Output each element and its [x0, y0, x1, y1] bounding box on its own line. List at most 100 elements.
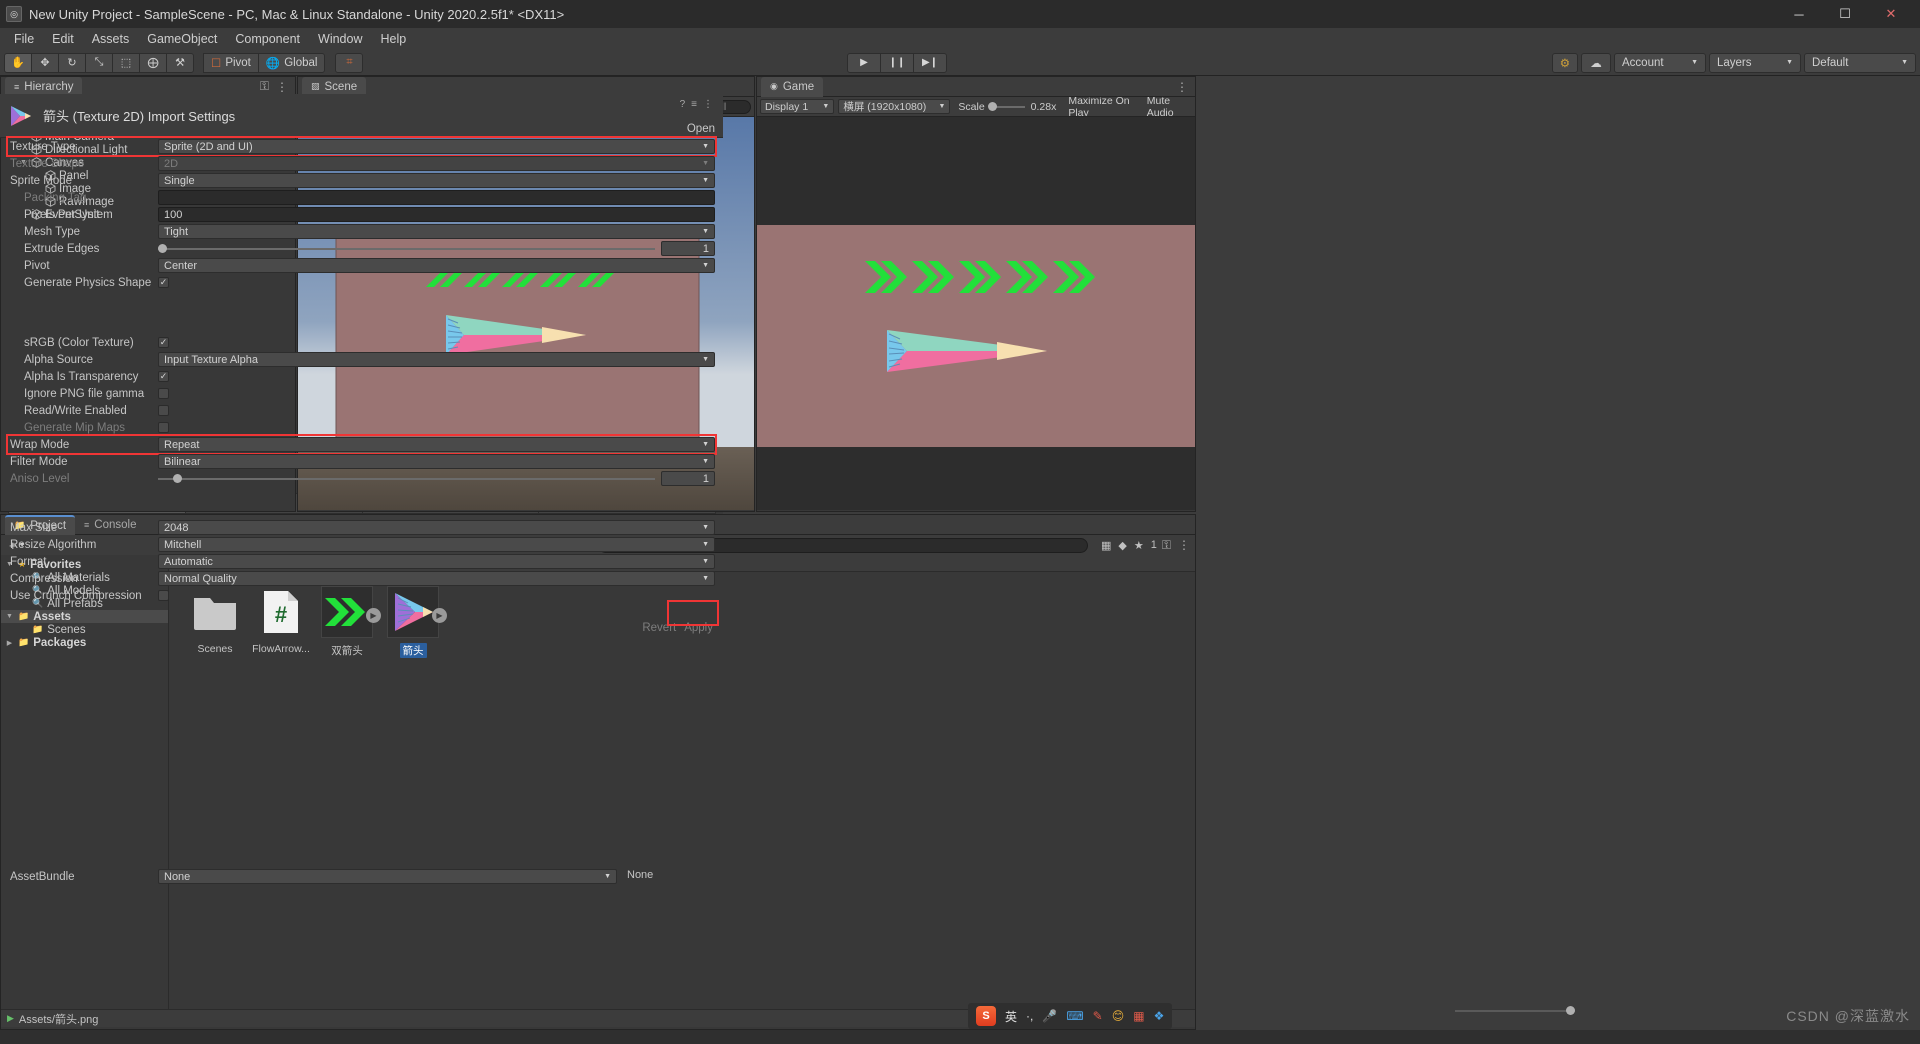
- scale-tool[interactable]: ⤡: [85, 52, 113, 73]
- hand-tool[interactable]: ✋: [4, 52, 32, 73]
- revert-button[interactable]: Revert: [642, 620, 676, 634]
- kebab-menu-icon[interactable]: ⋮: [1178, 538, 1190, 552]
- slider-knob[interactable]: [172, 474, 182, 483]
- pivot-toggle[interactable]: ☐ Pivot: [203, 52, 259, 73]
- chevron-right-icon[interactable]: ▶: [5, 639, 14, 647]
- checkbox-read-write-enabled[interactable]: [158, 405, 169, 416]
- assetbundle-label: AssetBundle: [10, 870, 75, 883]
- menu-item-edit[interactable]: Edit: [43, 30, 83, 48]
- rect-tool[interactable]: ⬚: [112, 52, 140, 73]
- scale-knob[interactable]: [987, 101, 997, 111]
- lock-icon[interactable]: ⚿: [260, 79, 269, 94]
- dropdown-texture-shape[interactable]: 2D ▼: [158, 156, 715, 171]
- lock-icon[interactable]: ⚿: [1162, 538, 1171, 553]
- input-pixels-per-unit[interactable]: 100: [158, 207, 715, 222]
- sogou-ime-icon[interactable]: S: [976, 1006, 996, 1026]
- unity-icon: ◎: [6, 6, 22, 22]
- dropdown-filter-mode[interactable]: Bilinear ▼: [158, 454, 715, 469]
- preset-icon[interactable]: ≡: [691, 99, 697, 110]
- kebab-menu-icon[interactable]: ⋮: [276, 80, 288, 94]
- slider-value-aniso-level[interactable]: 1: [661, 471, 715, 486]
- aspect-dropdown[interactable]: 横屏 (1920x1080) ▼: [838, 99, 951, 114]
- checkbox-generate-mip-maps[interactable]: [158, 422, 169, 433]
- layout-dropdown[interactable]: Default ▼: [1804, 52, 1916, 73]
- field-row-pivot: Pivot Center ▼: [0, 257, 723, 274]
- step-button[interactable]: ▶❙: [913, 52, 947, 73]
- settings-icon[interactable]: ⋮: [703, 99, 713, 110]
- project-tree-item-packages[interactable]: ▶ 📁 Packages: [1, 636, 168, 649]
- ime-keyboard-icon[interactable]: ⌨: [1066, 1009, 1083, 1023]
- window-title: New Unity Project - SampleScene - PC, Ma…: [29, 6, 565, 22]
- dropdown-pivot[interactable]: Center ▼: [158, 258, 715, 273]
- kebab-menu-icon[interactable]: ⋮: [1176, 80, 1188, 94]
- help-icon[interactable]: ?: [680, 99, 686, 110]
- maximize-on-play-toggle[interactable]: Maximize On Play: [1064, 97, 1138, 116]
- dropdown-compression[interactable]: Normal Quality ▼: [158, 571, 715, 586]
- project-zoom-slider[interactable]: [1455, 1006, 1575, 1015]
- checkbox-ignore-png-file-gamma[interactable]: [158, 388, 169, 399]
- ime-toolbox-icon[interactable]: ▦: [1133, 1009, 1144, 1023]
- collab-button[interactable]: ⚙: [1551, 52, 1578, 73]
- filter-favorite-icon[interactable]: ★: [1134, 539, 1144, 552]
- dropdown-alpha-source[interactable]: Input Texture Alpha ▼: [158, 352, 715, 367]
- ime-language-label[interactable]: 英: [1005, 1008, 1017, 1025]
- grid-snap-button[interactable]: ⌗: [335, 52, 364, 73]
- field-label-generate-physics-shape: Generate Physics Shape: [24, 276, 152, 289]
- global-toggle[interactable]: 🌐 Global: [257, 52, 326, 73]
- menu-item-window[interactable]: Window: [309, 30, 371, 48]
- field-row-packing-tag: Packing Tag: [0, 189, 723, 206]
- zoom-knob[interactable]: [1566, 1006, 1575, 1015]
- checkbox-alpha-is-transparency[interactable]: ✓: [158, 371, 169, 382]
- menu-item-file[interactable]: File: [5, 30, 43, 48]
- dropdown-mesh-type[interactable]: Tight ▼: [158, 224, 715, 239]
- cloud-button[interactable]: ☁: [1581, 52, 1611, 73]
- menu-item-assets[interactable]: Assets: [83, 30, 139, 48]
- ime-settings-icon[interactable]: ❖: [1154, 1009, 1165, 1023]
- tab-game[interactable]: ◉ Game: [761, 76, 824, 97]
- slider-aniso-level[interactable]: 1: [158, 471, 715, 486]
- pause-button[interactable]: ❙❙: [880, 52, 914, 73]
- field-label-max-size: Max Size: [10, 521, 58, 534]
- minimize-button[interactable]: ─: [1776, 0, 1822, 28]
- checkbox-generate-physics-shape[interactable]: ✓: [158, 277, 169, 288]
- dropdown-format[interactable]: Automatic ▼: [158, 554, 715, 569]
- filter-label-icon[interactable]: ◆: [1118, 539, 1126, 552]
- slider-knob[interactable]: [158, 244, 167, 253]
- display-dropdown[interactable]: Display 1 ▼: [760, 99, 835, 114]
- slider-extrude-edges[interactable]: 1: [158, 241, 715, 256]
- ime-punctuation-icon[interactable]: ·,: [1026, 1009, 1033, 1023]
- dropdown-resize-algorithm[interactable]: Mitchell ▼: [158, 537, 715, 552]
- scale-slider[interactable]: Scale 0.28x: [954, 99, 1060, 114]
- ime-handwriting-icon[interactable]: ✎: [1093, 1009, 1103, 1023]
- mute-audio-toggle[interactable]: Mute Audio: [1143, 97, 1192, 116]
- maximize-button[interactable]: ☐: [1822, 0, 1868, 28]
- apply-button[interactable]: Apply: [684, 620, 713, 634]
- checkbox-srgb-color-texture[interactable]: ✓: [158, 337, 169, 348]
- dropdown-texture-type[interactable]: Sprite (2D and UI) ▼: [158, 139, 715, 154]
- menu-item-gameobject[interactable]: GameObject: [138, 30, 226, 48]
- input-packing-tag[interactable]: [158, 190, 715, 205]
- open-button[interactable]: Open: [687, 123, 715, 135]
- close-button[interactable]: ✕: [1868, 0, 1914, 28]
- slider-value-extrude-edges[interactable]: 1: [661, 241, 715, 256]
- rotate-tool[interactable]: ↻: [58, 52, 86, 73]
- transform-tool[interactable]: ⨁: [139, 52, 167, 73]
- dropdown-max-size[interactable]: 2048 ▼: [158, 520, 715, 535]
- play-button[interactable]: ▶: [847, 52, 881, 73]
- chevron-down-icon: ▼: [702, 441, 709, 448]
- menu-item-component[interactable]: Component: [226, 30, 309, 48]
- menu-item-help[interactable]: Help: [371, 30, 415, 48]
- game-viewport[interactable]: [757, 117, 1195, 510]
- filter-type-icon[interactable]: ▦: [1101, 539, 1111, 552]
- chevron-down-icon: ▼: [938, 103, 946, 110]
- account-dropdown[interactable]: Account ▼: [1614, 52, 1706, 73]
- ime-emoji-icon[interactable]: 😊: [1112, 1009, 1125, 1023]
- dropdown-wrap-mode[interactable]: Repeat ▼: [158, 437, 715, 452]
- ime-voice-icon[interactable]: 🎤: [1042, 1009, 1057, 1023]
- checkbox-use-crunch-compression[interactable]: [158, 590, 169, 601]
- assetbundle-dropdown[interactable]: None ▼: [158, 869, 617, 884]
- move-tool[interactable]: ✥: [31, 52, 59, 73]
- custom-tool[interactable]: ⚒: [166, 52, 194, 73]
- layers-dropdown[interactable]: Layers ▼: [1709, 52, 1801, 73]
- dropdown-sprite-mode[interactable]: Single ▼: [158, 173, 715, 188]
